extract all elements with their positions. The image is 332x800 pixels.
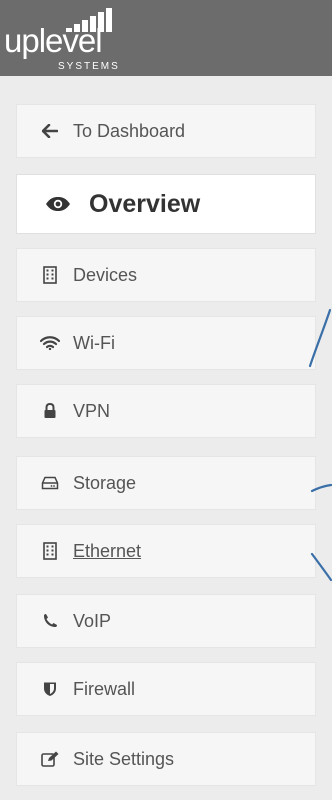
hard-drive-icon [39,476,61,490]
sidebar-item-wifi[interactable]: Wi-Fi [16,316,316,370]
logo-wordmark: uplevel [4,22,103,59]
sidebar-item-label: Overview [89,189,201,218]
sidebar-item-label: Site Settings [73,748,175,769]
lock-icon [39,403,61,419]
sidebar-item-label: To Dashboard [73,120,186,141]
building-icon [39,542,61,560]
sidebar-item-storage[interactable]: Storage [16,456,316,510]
top-bar: uplevel SYSTEMS [0,0,332,76]
building-icon [39,266,61,284]
arrow-left-icon [39,124,61,138]
sidebar-item-overview[interactable]: Overview [16,174,316,234]
sidebar-item-label: Ethernet [73,540,142,561]
sidebar-item-to-dashboard[interactable]: To Dashboard [16,104,316,158]
sidebar-item-site-settings[interactable]: Site Settings [16,732,316,786]
sidebar-item-label: VPN [73,400,111,421]
phone-icon [39,613,61,629]
sidebar-item-label: Firewall [73,678,136,699]
eye-icon [45,196,71,212]
shield-icon [39,681,61,697]
edit-icon [39,751,61,767]
sidebar-item-firewall[interactable]: Firewall [16,662,316,716]
sidebar-item-ethernet[interactable]: Ethernet [16,524,316,578]
sidebar-item-label: Storage [73,472,137,493]
sidebar: To Dashboard Overview Devices Wi-Fi VPN … [0,76,332,800]
wifi-icon [39,336,61,350]
uplevel-logo[interactable]: uplevel SYSTEMS [4,8,154,72]
sidebar-item-vpn[interactable]: VPN [16,384,316,438]
sidebar-item-voip[interactable]: VoIP [16,594,316,648]
logo-subtext: SYSTEMS [58,61,120,72]
sidebar-item-devices[interactable]: Devices [16,248,316,302]
sidebar-item-label: Wi-Fi [73,332,115,353]
sidebar-item-label: VoIP [73,610,112,631]
sidebar-item-label: Devices [73,264,138,285]
